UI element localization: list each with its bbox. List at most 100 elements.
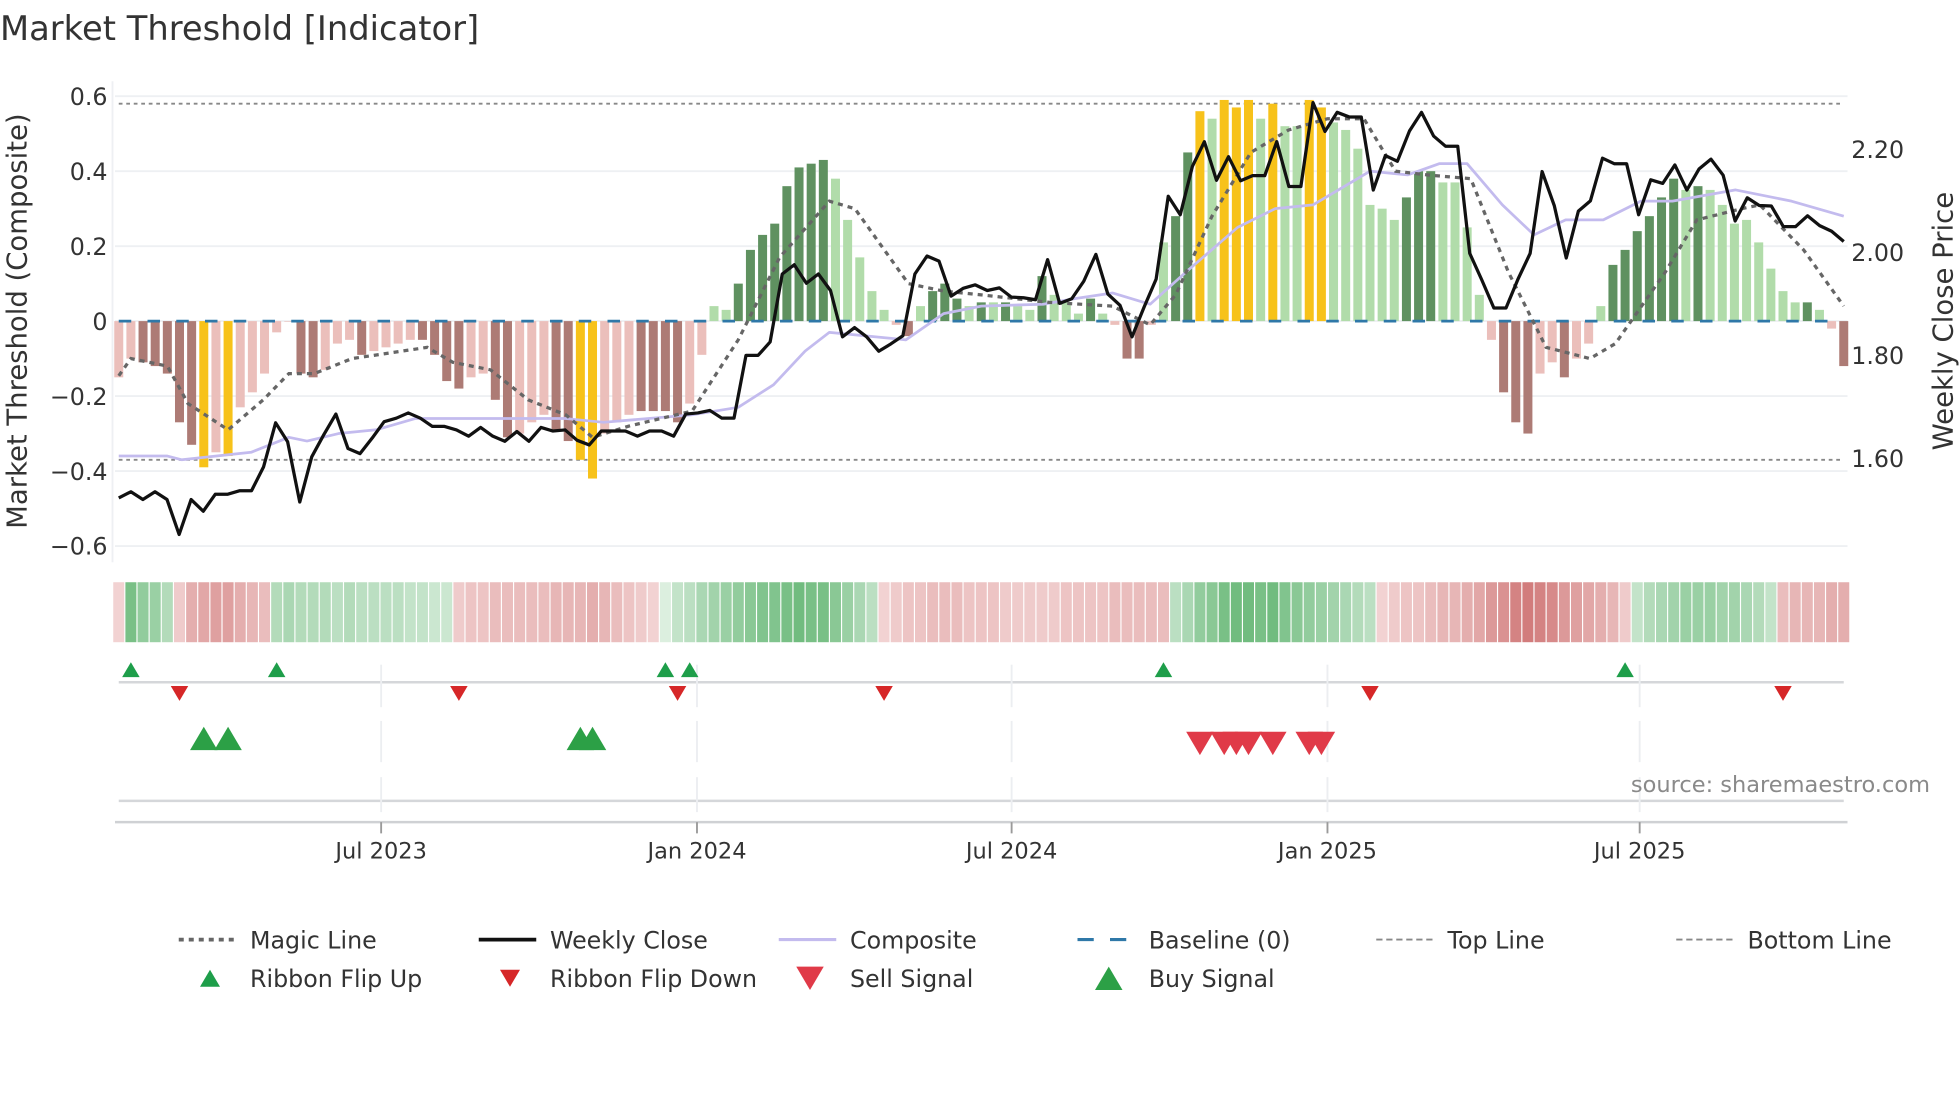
composite-bar xyxy=(1754,242,1764,322)
composite-bar xyxy=(138,321,148,363)
legend-label: Top Line xyxy=(1446,926,1544,954)
legend-marker-icon xyxy=(200,969,220,987)
ribbon-cell xyxy=(1048,582,1060,643)
ribbon-cell xyxy=(708,582,720,643)
composite-bar xyxy=(1814,309,1824,322)
ribbon-cell xyxy=(866,582,878,643)
ribbon-cell xyxy=(1097,582,1109,643)
ribbon-cell xyxy=(1085,582,1097,643)
ribbon-cell xyxy=(477,582,489,643)
ribbon-cell xyxy=(1364,582,1376,643)
ribbon-cell xyxy=(1801,582,1813,643)
ribbon-cell xyxy=(1716,582,1728,643)
ribbon-cell xyxy=(416,582,428,643)
ribbon-cell xyxy=(769,582,781,643)
ribbon-flip-up-marker xyxy=(680,662,699,678)
y-left-tick-label: 0.6 xyxy=(70,83,108,111)
ribbon-cell xyxy=(1388,582,1400,643)
legend-item: Buy Signal xyxy=(1095,965,1275,993)
ribbon-cell xyxy=(878,582,890,643)
ribbon-cell xyxy=(1182,582,1194,643)
ribbon-cell xyxy=(1218,582,1230,643)
ribbon-cell xyxy=(1291,582,1303,643)
composite-bar xyxy=(1778,291,1788,322)
legend-marker-icon xyxy=(1095,966,1123,990)
ribbon-flip-down-marker xyxy=(875,686,893,701)
composite-bar xyxy=(393,321,403,344)
ribbon-cell xyxy=(805,582,817,643)
ribbon-cell xyxy=(1449,582,1461,643)
composite-bar xyxy=(114,321,124,378)
ribbon-cell xyxy=(429,582,441,643)
ribbon-cell xyxy=(307,582,319,643)
ribbon-cell xyxy=(915,582,927,643)
composite-bar xyxy=(490,321,500,400)
composite-bar xyxy=(879,309,889,322)
composite-bar xyxy=(1632,231,1642,322)
ribbon-cell xyxy=(1170,582,1182,643)
x-tick-label: Jan 2024 xyxy=(645,838,746,864)
composite-bar xyxy=(150,321,160,367)
legend: Magic Line Weekly Close Composite Baseline … xyxy=(178,926,1892,993)
ribbon-cell xyxy=(975,582,987,643)
y-left-tick-label: 0.4 xyxy=(70,158,108,186)
y-right-tick-label: 1.80 xyxy=(1851,342,1904,370)
ribbon-cell xyxy=(1522,582,1534,643)
composite-bar xyxy=(1086,298,1096,322)
composite-bar xyxy=(1766,268,1776,322)
ribbon-cell xyxy=(501,582,513,643)
ribbon-cell xyxy=(1400,582,1412,643)
composite-bar xyxy=(1571,321,1581,359)
ribbon-cell xyxy=(1376,582,1388,643)
y-left-tick-label: 0.2 xyxy=(70,233,108,261)
x-tick-label: Jul 2025 xyxy=(1592,838,1686,864)
composite-bar xyxy=(733,283,743,322)
ribbon-cell xyxy=(198,582,210,643)
composite-bar xyxy=(1559,321,1569,378)
composite-bar xyxy=(867,291,877,322)
composite-bar xyxy=(1171,216,1181,322)
composite-bar xyxy=(1499,321,1509,393)
ribbon-cell xyxy=(1303,582,1315,643)
legend-item: Ribbon Flip Down xyxy=(500,965,757,993)
composite-bar xyxy=(235,321,245,408)
ribbon-cell xyxy=(1352,582,1364,643)
ribbon-cell xyxy=(186,582,198,643)
ribbon-flip-up-marker xyxy=(267,662,286,678)
composite-bar xyxy=(1486,321,1496,340)
composite-bar xyxy=(345,321,355,340)
composite-bar xyxy=(1608,264,1618,322)
y-left-tick-label: −0.4 xyxy=(50,458,108,486)
composite-bar xyxy=(685,321,695,404)
ribbon-cell xyxy=(1595,582,1607,643)
composite-bar xyxy=(1025,309,1035,322)
ribbon-cell xyxy=(1133,582,1145,643)
ribbon-cell xyxy=(149,582,161,643)
ribbon-cell xyxy=(1631,582,1643,643)
composite-bar xyxy=(1292,126,1302,322)
composite-bar xyxy=(1207,118,1217,322)
y-axis-left-label: Market Threshold (Composite) xyxy=(1,113,33,528)
composite-bar xyxy=(843,219,853,322)
composite-bar xyxy=(1511,321,1521,423)
ribbon-cell xyxy=(1060,582,1072,643)
composite-bar xyxy=(357,321,367,355)
legend-item: Composite xyxy=(778,926,977,954)
composite-bar xyxy=(162,321,172,374)
ribbon-flip-down-marker xyxy=(668,686,687,701)
composite-bar xyxy=(624,321,634,415)
ribbon-flip-up-marker xyxy=(656,662,675,678)
ribbon-strip xyxy=(113,582,1850,643)
composite-bar xyxy=(1365,204,1375,322)
composite-bar xyxy=(1729,223,1739,322)
ribbon-cell xyxy=(1036,582,1048,643)
ribbon-cell xyxy=(1583,582,1595,643)
ribbon-cell xyxy=(1546,582,1558,643)
ribbon-cell xyxy=(113,582,125,643)
magic-line xyxy=(117,117,1846,440)
ribbon-cell xyxy=(1206,582,1218,643)
sell-signal-marker xyxy=(1259,731,1287,756)
ribbon-cell xyxy=(283,582,295,643)
legend-item: Ribbon Flip Up xyxy=(200,965,422,993)
y-left-tick-label: −0.2 xyxy=(50,383,108,411)
